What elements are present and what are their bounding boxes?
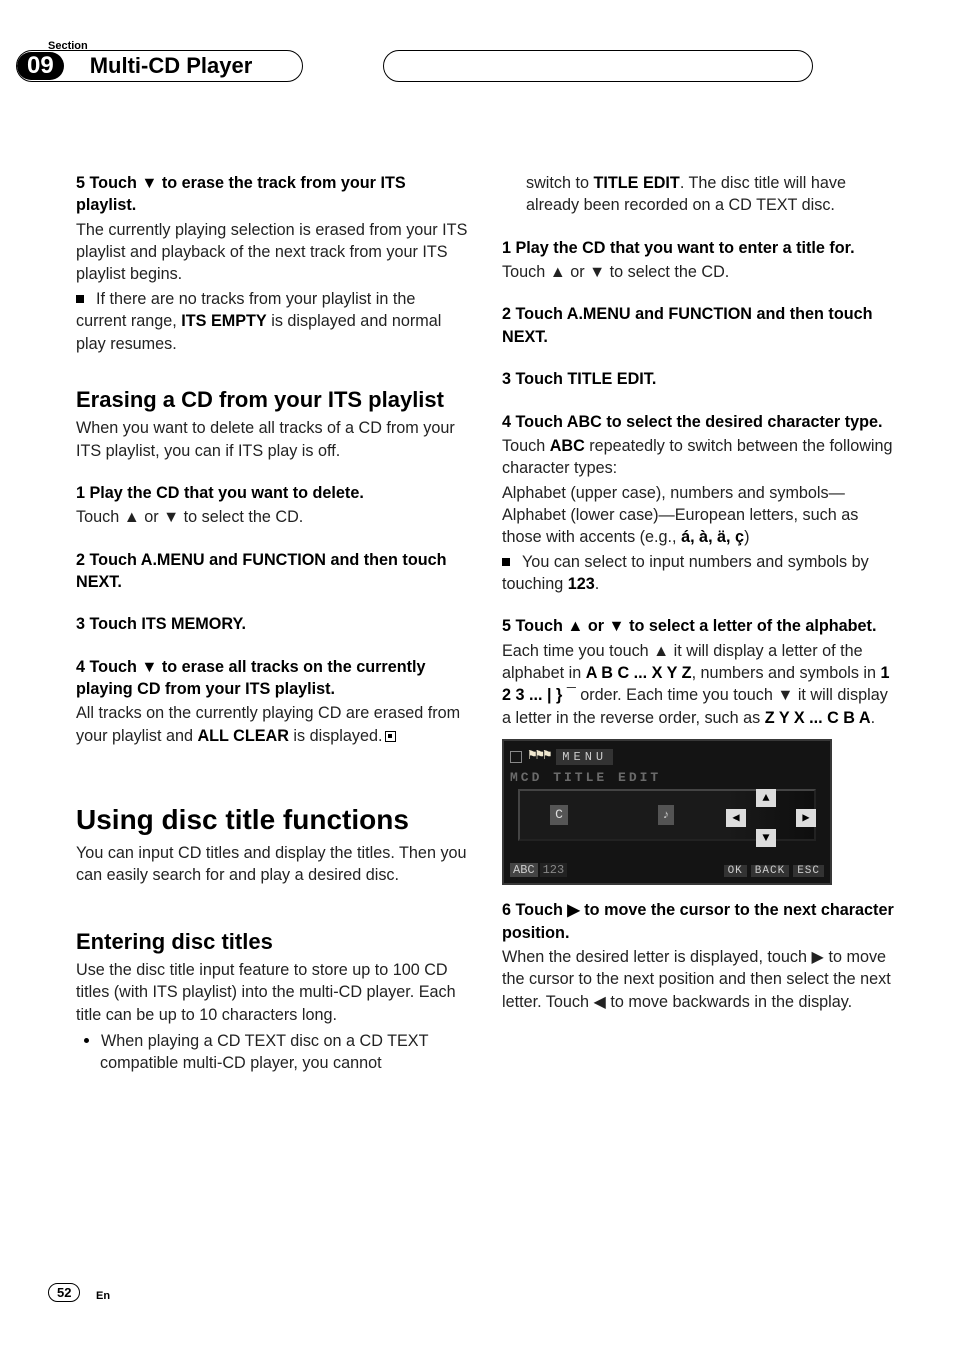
r-step6-head: 6 Touch ▶ to move the cursor to the next… bbox=[502, 899, 894, 944]
note-icon: ♪ bbox=[658, 805, 674, 825]
erase-step2-head: 2 Touch A.MENU and FUNCTION and then tou… bbox=[76, 549, 468, 594]
r-step3-head: 3 Touch TITLE EDIT. bbox=[502, 368, 894, 390]
using-heading: Using disc title functions bbox=[76, 801, 468, 840]
title-pill: 09 Multi-CD Player bbox=[16, 50, 303, 82]
r-step4-types: Alphabet (upper case), numbers and symbo… bbox=[502, 482, 894, 549]
square-bullet-icon bbox=[502, 558, 510, 566]
erase-step1-body: Touch ▲ or ▼ to select the CD. bbox=[76, 506, 468, 528]
current-letter: C bbox=[550, 805, 568, 825]
seq-zyx: Z Y X ... C B A bbox=[765, 709, 871, 727]
r5-mid: , numbers and symbols in bbox=[692, 664, 881, 682]
back-button[interactable]: BACK bbox=[751, 865, 789, 877]
empty-pill bbox=[383, 50, 813, 82]
enter-body: Use the disc title input feature to stor… bbox=[76, 959, 468, 1026]
its-empty-label: ITS EMPTY bbox=[181, 312, 266, 330]
column-left: 5 Touch ▼ to erase the track from your I… bbox=[76, 172, 468, 1077]
123-label: 123 bbox=[568, 575, 595, 593]
abc-label: ABC bbox=[550, 437, 585, 455]
title-edit-screenshot: ⚑⚑⚑ MENU MCD TITLE EDIT C ♪ ▲ ▼ ◀ ▶ ABC1… bbox=[502, 739, 832, 885]
page-header: 09 Multi-CD Player bbox=[34, 50, 954, 82]
seq-abc: A B C ... X Y Z bbox=[586, 664, 692, 682]
step4-tail: is displayed. bbox=[289, 727, 383, 745]
title-edit-label: TITLE EDIT bbox=[593, 174, 679, 192]
r4-note-tail: . bbox=[595, 575, 600, 593]
using-intro: You can input CD titles and display the … bbox=[76, 842, 468, 887]
mcd-title-edit-label: MCD TITLE EDIT bbox=[510, 769, 824, 787]
123-mode-button[interactable]: 123 bbox=[540, 863, 568, 877]
erase-step4-body: All tracks on the currently playing CD a… bbox=[76, 702, 468, 747]
page-number: 52 bbox=[48, 1283, 80, 1302]
step-5-head: 5 Touch ▼ to erase the track from your I… bbox=[76, 172, 468, 217]
r-step4-body1: Touch ABC repeatedly to switch between t… bbox=[502, 435, 894, 480]
cont-line: switch to TITLE EDIT. The disc title wil… bbox=[502, 172, 894, 217]
checkbox-icon bbox=[510, 751, 522, 763]
end-mark-icon bbox=[385, 731, 396, 742]
erase-step4-head: 4 Touch ▼ to erase all tracks on the cur… bbox=[76, 656, 468, 701]
all-clear-label: ALL CLEAR bbox=[197, 727, 288, 745]
r4-lead: Touch bbox=[502, 437, 550, 455]
ok-button[interactable]: OK bbox=[724, 865, 747, 877]
dot-bullet-icon bbox=[84, 1038, 89, 1043]
mode-row: ABC123 bbox=[510, 862, 569, 879]
accents-label: á, à, ä, ç bbox=[681, 528, 744, 546]
erase-step1-head: 1 Play the CD that you want to delete. bbox=[76, 482, 468, 504]
cont-lead: switch to bbox=[526, 174, 593, 192]
types-tail: ) bbox=[744, 528, 749, 546]
r5-tail: . bbox=[871, 709, 876, 727]
erase-heading: Erasing a CD from your ITS playlist bbox=[76, 385, 468, 415]
r-step4-head: 4 Touch ABC to select the desired charac… bbox=[502, 411, 894, 433]
erase-intro: When you want to delete all tracks of a … bbox=[76, 417, 468, 462]
section-label: Section bbox=[48, 40, 88, 52]
square-bullet-icon bbox=[76, 295, 84, 303]
menu-label: MENU bbox=[556, 749, 613, 766]
erase-step3-head: 3 Touch ITS MEMORY. bbox=[76, 613, 468, 635]
abc-mode-button[interactable]: ABC bbox=[510, 863, 538, 877]
r-step2-head: 2 Touch A.MENU and FUNCTION and then tou… bbox=[502, 303, 894, 348]
esc-button[interactable]: ESC bbox=[793, 865, 824, 877]
step-5-note: If there are no tracks from your playlis… bbox=[76, 288, 468, 355]
down-arrow-button[interactable]: ▼ bbox=[756, 829, 776, 847]
r-step4-note: You can select to input numbers and symb… bbox=[502, 551, 894, 596]
r-step5-body: Each time you touch ▲ it will display a … bbox=[502, 640, 894, 729]
enter-bullet-text: When playing a CD TEXT disc on a CD TEXT… bbox=[100, 1032, 428, 1072]
action-row: OK BACK ESC bbox=[720, 862, 824, 879]
signal-icon: ⚑⚑⚑ bbox=[528, 747, 550, 766]
r-step6-body: When the desired letter is displayed, to… bbox=[502, 946, 894, 1013]
section-number: 09 bbox=[17, 52, 64, 80]
right-arrow-button[interactable]: ▶ bbox=[796, 809, 816, 827]
page-title: Multi-CD Player bbox=[64, 53, 303, 79]
enter-heading: Entering disc titles bbox=[76, 927, 468, 957]
left-arrow-button[interactable]: ◀ bbox=[726, 809, 746, 827]
r-step1-head: 1 Play the CD that you want to enter a t… bbox=[502, 237, 894, 259]
up-arrow-button[interactable]: ▲ bbox=[756, 789, 776, 807]
enter-bullet: When playing a CD TEXT disc on a CD TEXT… bbox=[76, 1030, 468, 1075]
step-5-body: The currently playing selection is erase… bbox=[76, 219, 468, 286]
r-step5-head: 5 Touch ▲ or ▼ to select a letter of the… bbox=[502, 615, 894, 637]
r-step1-body: Touch ▲ or ▼ to select the CD. bbox=[502, 261, 894, 283]
column-right: switch to TITLE EDIT. The disc title wil… bbox=[502, 172, 894, 1077]
lang-label: En bbox=[96, 1290, 110, 1302]
r4-note-lead: You can select to input numbers and symb… bbox=[502, 553, 869, 593]
